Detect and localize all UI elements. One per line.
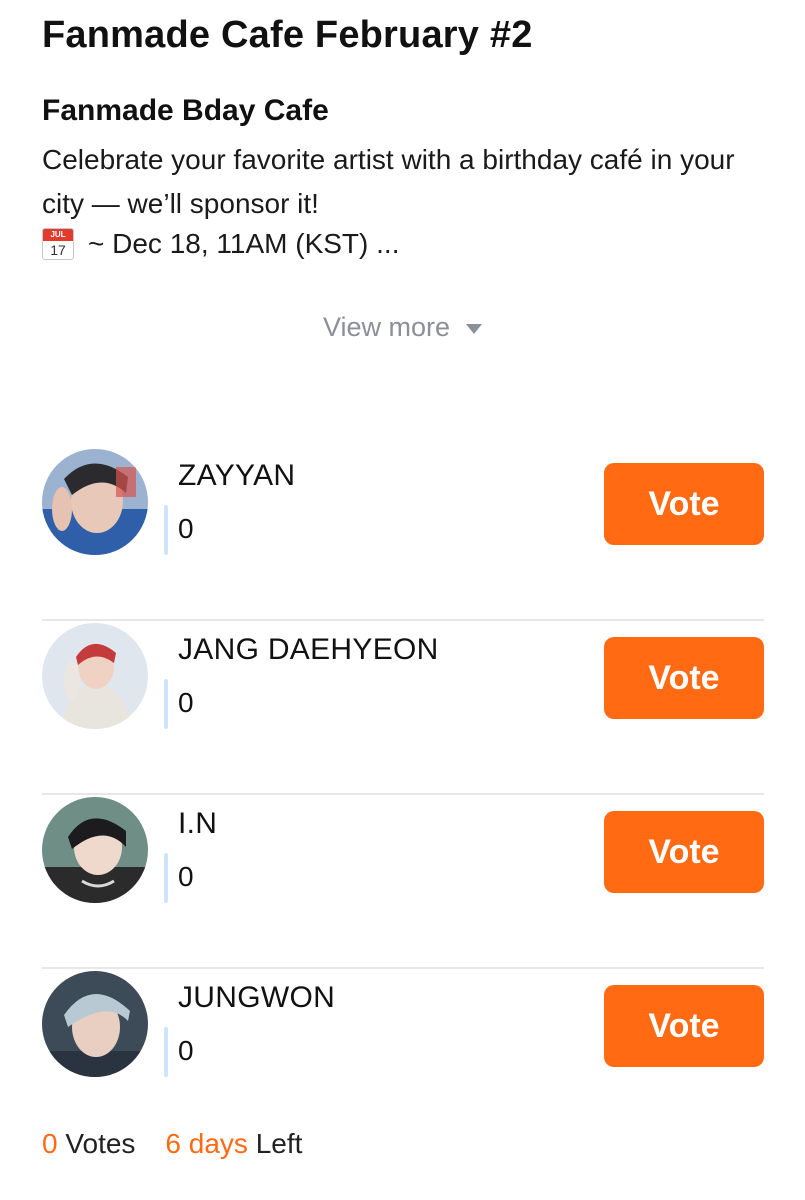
vote-count: 0 — [178, 1035, 194, 1066]
vote-button[interactable]: Vote — [604, 637, 764, 719]
days-left-count: 6 days — [165, 1128, 248, 1159]
event-subtitle: Fanmade Bday Cafe — [42, 94, 329, 127]
event-date-text: ~ Dec 18, 11AM (KST) ... — [88, 228, 400, 259]
avatar — [42, 623, 148, 729]
vote-button[interactable]: Vote — [604, 985, 764, 1067]
candidate-list: ZAYYAN 0 Vote JANG DAEHYEON 0 Vote I.N 0… — [42, 447, 764, 1143]
vote-count-bar — [164, 853, 168, 903]
calendar-icon: JUL 17 — [42, 228, 74, 260]
total-votes-count: 0 — [42, 1128, 58, 1159]
candidate-row: I.N 0 Vote — [42, 795, 764, 969]
candidate-name: JUNGWON — [178, 981, 336, 1014]
vote-button[interactable]: Vote — [604, 811, 764, 893]
vote-button[interactable]: Vote — [604, 463, 764, 545]
candidate-row: JUNGWON 0 Vote — [42, 969, 764, 1143]
candidate-name: JANG DAEHYEON — [178, 633, 439, 666]
view-more-toggle[interactable]: View more — [0, 312, 805, 343]
candidate-name: ZAYYAN — [178, 459, 296, 492]
calendar-day: 17 — [50, 242, 66, 258]
days-left-label: Left — [255, 1128, 303, 1159]
page-title: Fanmade Cafe February #2 — [42, 14, 533, 56]
avatar — [42, 797, 148, 903]
avatar — [42, 449, 148, 555]
view-more-label[interactable]: View more — [323, 312, 450, 343]
event-description: Celebrate your favorite artist with a bi… — [42, 144, 735, 219]
avatar — [42, 971, 148, 1077]
vote-count: 0 — [178, 687, 194, 718]
vote-count-bar — [164, 505, 168, 555]
candidate-row: ZAYYAN 0 Vote — [42, 447, 764, 621]
total-votes-label: Votes — [65, 1128, 136, 1159]
vote-count-bar — [164, 1027, 168, 1077]
calendar-month: JUL — [43, 229, 73, 241]
vote-summary: 0 Votes 6 days Left — [42, 1128, 302, 1160]
chevron-down-icon[interactable] — [466, 323, 483, 334]
candidate-row: JANG DAEHYEON 0 Vote — [42, 621, 764, 795]
vote-count-bar — [164, 679, 168, 729]
vote-count: 0 — [178, 861, 194, 892]
event-date-line: JUL 17 ~ Dec 18, 11AM (KST) ... — [42, 228, 399, 260]
vote-count: 0 — [178, 513, 194, 544]
candidate-name: I.N — [178, 807, 218, 840]
vote-page: Fanmade Cafe February #2 Fanmade Bday Ca… — [0, 0, 805, 1200]
